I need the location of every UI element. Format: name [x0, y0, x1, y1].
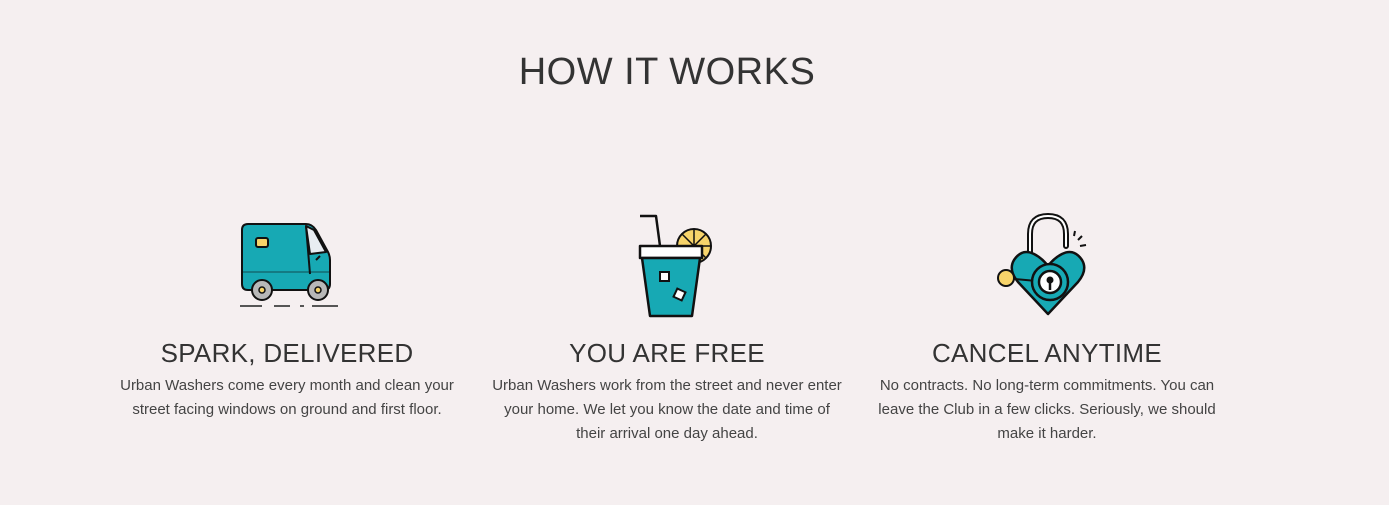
feature-description: No contracts. No long-term commitments. …: [878, 377, 1216, 442]
feature-description: Urban Washers work from the street and n…: [492, 377, 842, 442]
feature-you-are-free: YOU ARE FREE Urban Washers work from the…: [487, 212, 847, 446]
feature-title: YOU ARE FREE: [569, 338, 765, 368]
drink-icon: [638, 214, 712, 318]
feature-description: Urban Washers come every month and clean…: [120, 377, 454, 418]
feature-spark-delivered: SPARK, DELIVERED Urban Washers come ever…: [107, 212, 467, 422]
heart-lock-icon: [997, 212, 1087, 316]
section-title: HOW IT WORKS: [518, 51, 816, 93]
feature-title: CANCEL ANYTIME: [931, 338, 1163, 368]
feature-cancel-anytime: CANCEL ANYTIME No contracts. No long-ter…: [867, 212, 1227, 446]
feature-title: SPARK, DELIVERED: [160, 338, 414, 368]
van-icon: [240, 223, 338, 307]
